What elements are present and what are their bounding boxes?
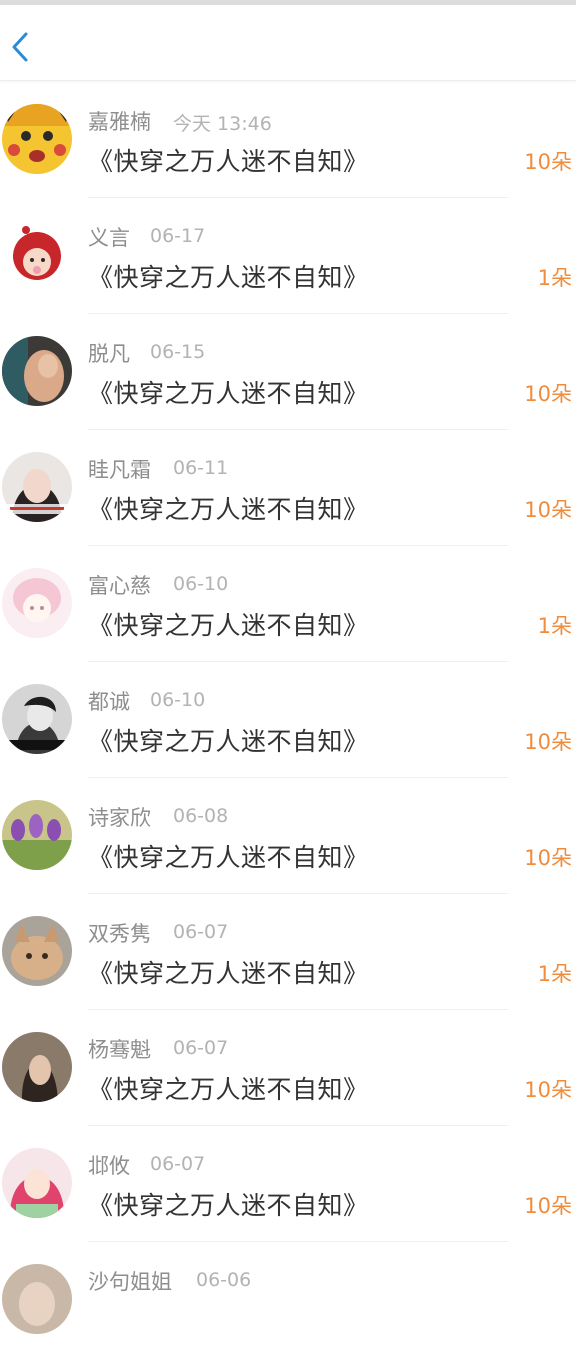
avatar	[2, 916, 72, 986]
sender-name: 邶攸	[88, 1154, 130, 1178]
flower-amount: 10朵	[524, 382, 572, 406]
flower-amount: 10朵	[524, 498, 572, 522]
sender-name: 嘉雅楠	[88, 110, 151, 134]
book-title: 《快穿之万人迷不自知》	[88, 1191, 369, 1220]
send-date: 06-07	[173, 921, 229, 943]
sender-name: 脱凡	[88, 342, 130, 366]
gift-record-list: 嘉雅楠 今天 13:46 《快穿之万人迷不自知》 10朵 义言 06-17 《快…	[0, 82, 576, 1358]
book-title: 《快穿之万人迷不自知》	[88, 495, 369, 524]
avatar	[2, 104, 72, 174]
list-item[interactable]: 诗家欣 06-08 《快穿之万人迷不自知》 10朵	[0, 778, 576, 894]
book-title: 《快穿之万人迷不自知》	[88, 379, 369, 408]
avatar	[2, 684, 72, 754]
book-title: 《快穿之万人迷不自知》	[88, 263, 369, 292]
list-item[interactable]: 杨骞魁 06-07 《快穿之万人迷不自知》 10朵	[0, 1010, 576, 1126]
flower-amount: 10朵	[524, 730, 572, 754]
send-date: 06-10	[150, 689, 206, 711]
flower-amount: 1朵	[537, 962, 572, 986]
sender-name: 诗家欣	[88, 806, 151, 830]
send-date: 06-06	[196, 1269, 252, 1291]
list-item[interactable]: 都诚 06-10 《快穿之万人迷不自知》 10朵	[0, 662, 576, 778]
send-date: 06-07	[150, 1153, 206, 1175]
sender-name: 双秀隽	[88, 922, 151, 946]
sender-name: 杨骞魁	[88, 1038, 151, 1062]
chevron-left-icon	[12, 32, 28, 62]
avatar	[2, 1148, 72, 1218]
list-item[interactable]: 脱凡 06-15 《快穿之万人迷不自知》 10朵	[0, 314, 576, 430]
book-title: 《快穿之万人迷不自知》	[88, 959, 369, 988]
sender-name: 富心慈	[88, 574, 151, 598]
book-title: 《快穿之万人迷不自知》	[88, 843, 369, 872]
sender-name: 义言	[88, 226, 130, 250]
list-item[interactable]: 义言 06-17 《快穿之万人迷不自知》 1朵	[0, 198, 576, 314]
book-title: 《快穿之万人迷不自知》	[88, 611, 369, 640]
list-item[interactable]: 富心慈 06-10 《快穿之万人迷不自知》 1朵	[0, 546, 576, 662]
send-date: 06-08	[173, 805, 229, 827]
send-date: 06-10	[173, 573, 229, 595]
flower-amount: 10朵	[524, 1078, 572, 1102]
send-date: 06-17	[150, 225, 206, 247]
sender-name: 都诚	[88, 690, 130, 714]
back-button[interactable]	[0, 27, 40, 67]
list-item[interactable]: 邶攸 06-07 《快穿之万人迷不自知》 10朵	[0, 1126, 576, 1242]
send-date: 06-15	[150, 341, 206, 363]
avatar	[2, 1264, 72, 1334]
sender-name: 沙句姐姐	[88, 1270, 172, 1294]
book-title: 《快穿之万人迷不自知》	[88, 147, 369, 176]
flower-amount: 10朵	[524, 1194, 572, 1218]
send-date: 今天 13:46	[173, 113, 272, 135]
book-title: 《快穿之万人迷不自知》	[88, 1075, 369, 1104]
top-bar	[0, 5, 576, 81]
avatar	[2, 1032, 72, 1102]
send-date: 06-07	[173, 1037, 229, 1059]
send-date: 06-11	[173, 457, 229, 479]
avatar	[2, 220, 72, 290]
flower-amount: 1朵	[537, 614, 572, 638]
avatar	[2, 336, 72, 406]
flower-amount: 1朵	[537, 266, 572, 290]
avatar	[2, 568, 72, 638]
list-item[interactable]: 双秀隽 06-07 《快穿之万人迷不自知》 1朵	[0, 894, 576, 1010]
list-item[interactable]: 沙句姐姐 06-06	[0, 1242, 576, 1358]
flower-amount: 10朵	[524, 150, 572, 174]
avatar	[2, 800, 72, 870]
sender-name: 眭凡霜	[88, 458, 151, 482]
avatar	[2, 452, 72, 522]
list-item[interactable]: 嘉雅楠 今天 13:46 《快穿之万人迷不自知》 10朵	[0, 82, 576, 198]
list-item[interactable]: 眭凡霜 06-11 《快穿之万人迷不自知》 10朵	[0, 430, 576, 546]
book-title: 《快穿之万人迷不自知》	[88, 727, 369, 756]
flower-amount: 10朵	[524, 846, 572, 870]
